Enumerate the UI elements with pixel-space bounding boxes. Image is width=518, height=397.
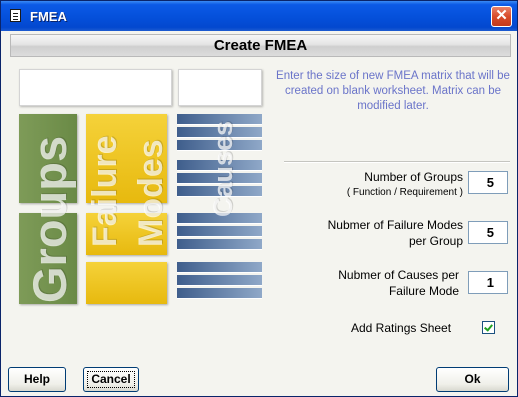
failure-modes-label-line2: per Group xyxy=(408,234,463,248)
title-bar[interactable]: FMEA ✕ xyxy=(1,1,517,31)
causes-count-input[interactable]: 1 xyxy=(468,271,508,294)
page-title: Create FMEA xyxy=(213,37,308,54)
blank-header-cell-right xyxy=(178,69,262,106)
ratings-sheet-label: Add Ratings Sheet xyxy=(351,321,452,335)
cancel-button[interactable]: Cancel xyxy=(83,367,139,392)
failure-modes-block-bottom xyxy=(86,262,167,304)
cause-row xyxy=(177,239,262,250)
instructions-text: Enter the size of new FMEA matrix that w… xyxy=(276,70,510,112)
cause-row xyxy=(177,262,262,273)
groups-sublabel-text: ( Function / Requirement ) xyxy=(346,187,463,198)
divider xyxy=(284,161,510,163)
failure-label: Failure xyxy=(86,135,124,247)
groups-label: Groups xyxy=(23,135,76,303)
cause-row xyxy=(177,226,262,237)
cause-row xyxy=(177,288,262,299)
causes-label-line2: Failure Mode xyxy=(388,284,459,298)
groups-count-input[interactable]: 5 xyxy=(468,171,508,194)
ok-button[interactable]: Ok xyxy=(436,367,509,392)
window-title: FMEA xyxy=(30,8,67,24)
cause-row xyxy=(177,275,262,286)
checkmark-icon xyxy=(484,322,493,332)
causes-label-line1: Nubmer of Causes per xyxy=(338,268,459,282)
failure-modes-count-input[interactable]: 5 xyxy=(468,221,508,244)
header-band: Create FMEA xyxy=(10,34,511,57)
close-button[interactable]: ✕ xyxy=(491,6,512,27)
ratings-sheet-checkbox[interactable] xyxy=(482,321,495,334)
blank-header-cell xyxy=(19,69,172,106)
failure-modes-label-line1: Nubmer of Failure Modes xyxy=(327,218,463,232)
fmea-matrix-illustration: Groups Failure Modes Causes xyxy=(18,67,264,307)
document-app-icon xyxy=(8,8,24,24)
modes-label: Modes xyxy=(132,139,170,247)
causes-label: Causes xyxy=(208,120,238,217)
fmea-dialog: FMEA ✕ Create FMEA Groups Failure Modes xyxy=(0,0,518,397)
groups-label-text: Number of Groups xyxy=(364,170,463,184)
help-button[interactable]: Help xyxy=(8,367,66,392)
